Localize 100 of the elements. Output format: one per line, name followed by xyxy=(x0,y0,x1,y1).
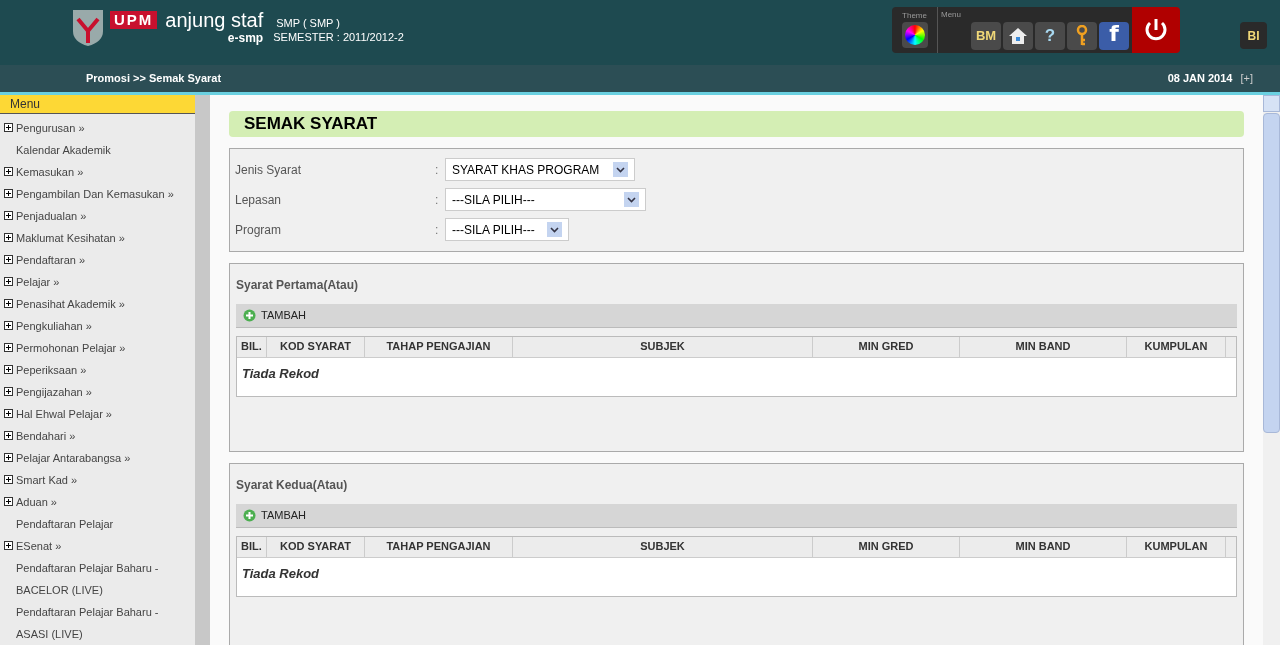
column-header: BIL. xyxy=(237,536,267,557)
expand-icon[interactable] xyxy=(4,321,13,330)
menu-item[interactable]: Kalendar Akademik xyxy=(16,139,111,161)
section-title: Syarat Kedua(Atau) xyxy=(236,476,349,494)
column-header: BIL. xyxy=(237,336,267,357)
menu-item[interactable]: Pendaftaran Pelajar Baharu - ASASI (LIVE) xyxy=(16,601,193,645)
menu-item[interactable]: Pendaftaran » xyxy=(16,249,86,271)
home-icon xyxy=(1008,27,1028,45)
field-label: Jenis Syarat xyxy=(235,161,303,179)
menu-item[interactable]: Pelajar Antarabangsa » xyxy=(16,447,131,469)
menu-item[interactable]: Pengambilan Dan Kemasukan » xyxy=(16,183,174,205)
menu-item[interactable]: Permohonan Pelajar » xyxy=(16,337,126,359)
menu-item[interactable]: Maklumat Kesihatan » xyxy=(16,227,125,249)
add-button[interactable]: TAMBAH xyxy=(243,506,307,524)
plus-icon xyxy=(243,508,256,522)
app-subtitle: e-smp xyxy=(227,31,264,45)
key-button[interactable] xyxy=(1067,22,1097,50)
column-header: SUBJEK xyxy=(513,536,813,557)
menu-item[interactable]: Penjadualan » xyxy=(16,205,87,227)
select-field[interactable]: ---SILA PILIH--- xyxy=(445,218,569,241)
field-label: Program xyxy=(235,221,282,239)
menu-item[interactable]: Pengkuliahan » xyxy=(16,315,92,337)
menu-item[interactable]: Hal Ehwal Pelajar » xyxy=(16,403,112,425)
help-button[interactable]: ? xyxy=(1035,22,1065,50)
expand-icon[interactable] xyxy=(4,409,13,418)
menu-item[interactable]: Bendahari » xyxy=(16,425,76,447)
expand-icon[interactable] xyxy=(4,211,13,220)
column-header: MIN GRED xyxy=(813,336,960,357)
menu-item[interactable]: Kemasukan » xyxy=(16,161,84,183)
empty-message: Tiada Rekod xyxy=(242,565,320,581)
menu-item[interactable]: Pendaftaran Pelajar Baharu - BACELOR (LIVE) xyxy=(16,557,193,601)
menu-item[interactable]: Pelajar » xyxy=(16,271,60,293)
expand-icon[interactable] xyxy=(4,343,13,352)
field-label: Lepasan xyxy=(235,191,283,209)
expand-icon[interactable] xyxy=(4,299,13,308)
menu-item[interactable]: Aduan » xyxy=(16,491,57,513)
shield-logo-icon xyxy=(72,9,104,47)
semester-text: SEMESTER : 2011/2012-2 xyxy=(273,30,404,44)
expand-icon[interactable] xyxy=(4,453,13,462)
dropdown-icon xyxy=(547,222,562,237)
column-header: MIN BAND xyxy=(960,336,1127,357)
home-button[interactable] xyxy=(1003,22,1033,50)
menu-header: Menu xyxy=(0,95,195,114)
breadcrumb[interactable]: Promosi >> Semak Syarat xyxy=(86,70,222,87)
select-field[interactable]: SYARAT KHAS PROGRAM xyxy=(445,158,635,181)
expand-icon[interactable] xyxy=(4,123,13,132)
language-button[interactable]: BM xyxy=(971,22,1001,50)
colon: : xyxy=(435,161,440,179)
section-title: Syarat Pertama(Atau) xyxy=(236,276,360,294)
column-header: TAHAP PENGAJIAN xyxy=(365,336,513,357)
column-header: KUMPULAN xyxy=(1127,336,1226,357)
add-button[interactable]: TAMBAH xyxy=(243,306,307,324)
plus-icon xyxy=(243,308,256,322)
expand-icon[interactable] xyxy=(4,497,13,506)
select-field[interactable]: ---SILA PILIH--- xyxy=(445,188,646,211)
theme-label: Theme xyxy=(902,10,927,22)
expand-icon[interactable] xyxy=(4,365,13,374)
dropdown-icon xyxy=(624,192,639,207)
menu-item[interactable]: Pendaftaran Pelajar xyxy=(16,513,114,535)
column-header: TAHAP PENGAJIAN xyxy=(365,536,513,557)
expand-icon[interactable] xyxy=(4,233,13,242)
column-header: KOD SYARAT xyxy=(267,536,365,557)
date-text: 08 JAN 2014 xyxy=(1167,71,1233,87)
theme-button[interactable] xyxy=(901,22,928,48)
menu-item[interactable]: Peperiksaan » xyxy=(16,359,87,381)
menu-item[interactable]: ESenat » xyxy=(16,535,62,557)
column-header: KUMPULAN xyxy=(1127,536,1226,557)
color-wheel-icon xyxy=(904,25,925,45)
language-button[interactable]: BI xyxy=(1240,22,1267,49)
system-name: SMP ( SMP ) xyxy=(276,16,341,30)
logo-text: UPM xyxy=(110,11,158,29)
expand-icon[interactable] xyxy=(4,541,13,550)
menu-item[interactable]: Pengurusan » xyxy=(16,117,85,139)
column-header: MIN BAND xyxy=(960,536,1127,557)
expand-icon[interactable] xyxy=(4,167,13,176)
power-button[interactable] xyxy=(1132,7,1180,53)
page-title-bar: SEMAK SYARAT xyxy=(229,111,1244,137)
expand-icon[interactable] xyxy=(4,189,13,198)
menu-item[interactable]: Penasihat Akademik » xyxy=(16,293,125,315)
app-name: anjung staf xyxy=(165,9,264,31)
expand-icon[interactable] xyxy=(4,475,13,484)
facebook-button[interactable]: f xyxy=(1099,22,1129,50)
column-header: SUBJEK xyxy=(513,336,813,357)
expand-icon[interactable] xyxy=(4,255,13,264)
empty-message: Tiada Rekod xyxy=(242,365,320,381)
expand-button[interactable]: [+] xyxy=(1240,70,1253,87)
dropdown-icon xyxy=(613,162,628,177)
expand-icon[interactable] xyxy=(4,277,13,286)
menu-item[interactable]: Pengijazahan » xyxy=(16,381,92,403)
column-header: MIN GRED xyxy=(813,536,960,557)
menu-label: Menu xyxy=(941,9,962,21)
menu-item[interactable]: Smart Kad » xyxy=(16,469,78,491)
expand-icon[interactable] xyxy=(4,431,13,440)
colon: : xyxy=(435,221,440,239)
power-icon xyxy=(1143,17,1169,43)
expand-icon[interactable] xyxy=(4,387,13,396)
key-icon xyxy=(1076,25,1088,47)
colon: : xyxy=(435,191,440,209)
scrollbar[interactable] xyxy=(1263,95,1280,645)
column-header: KOD SYARAT xyxy=(267,336,365,357)
